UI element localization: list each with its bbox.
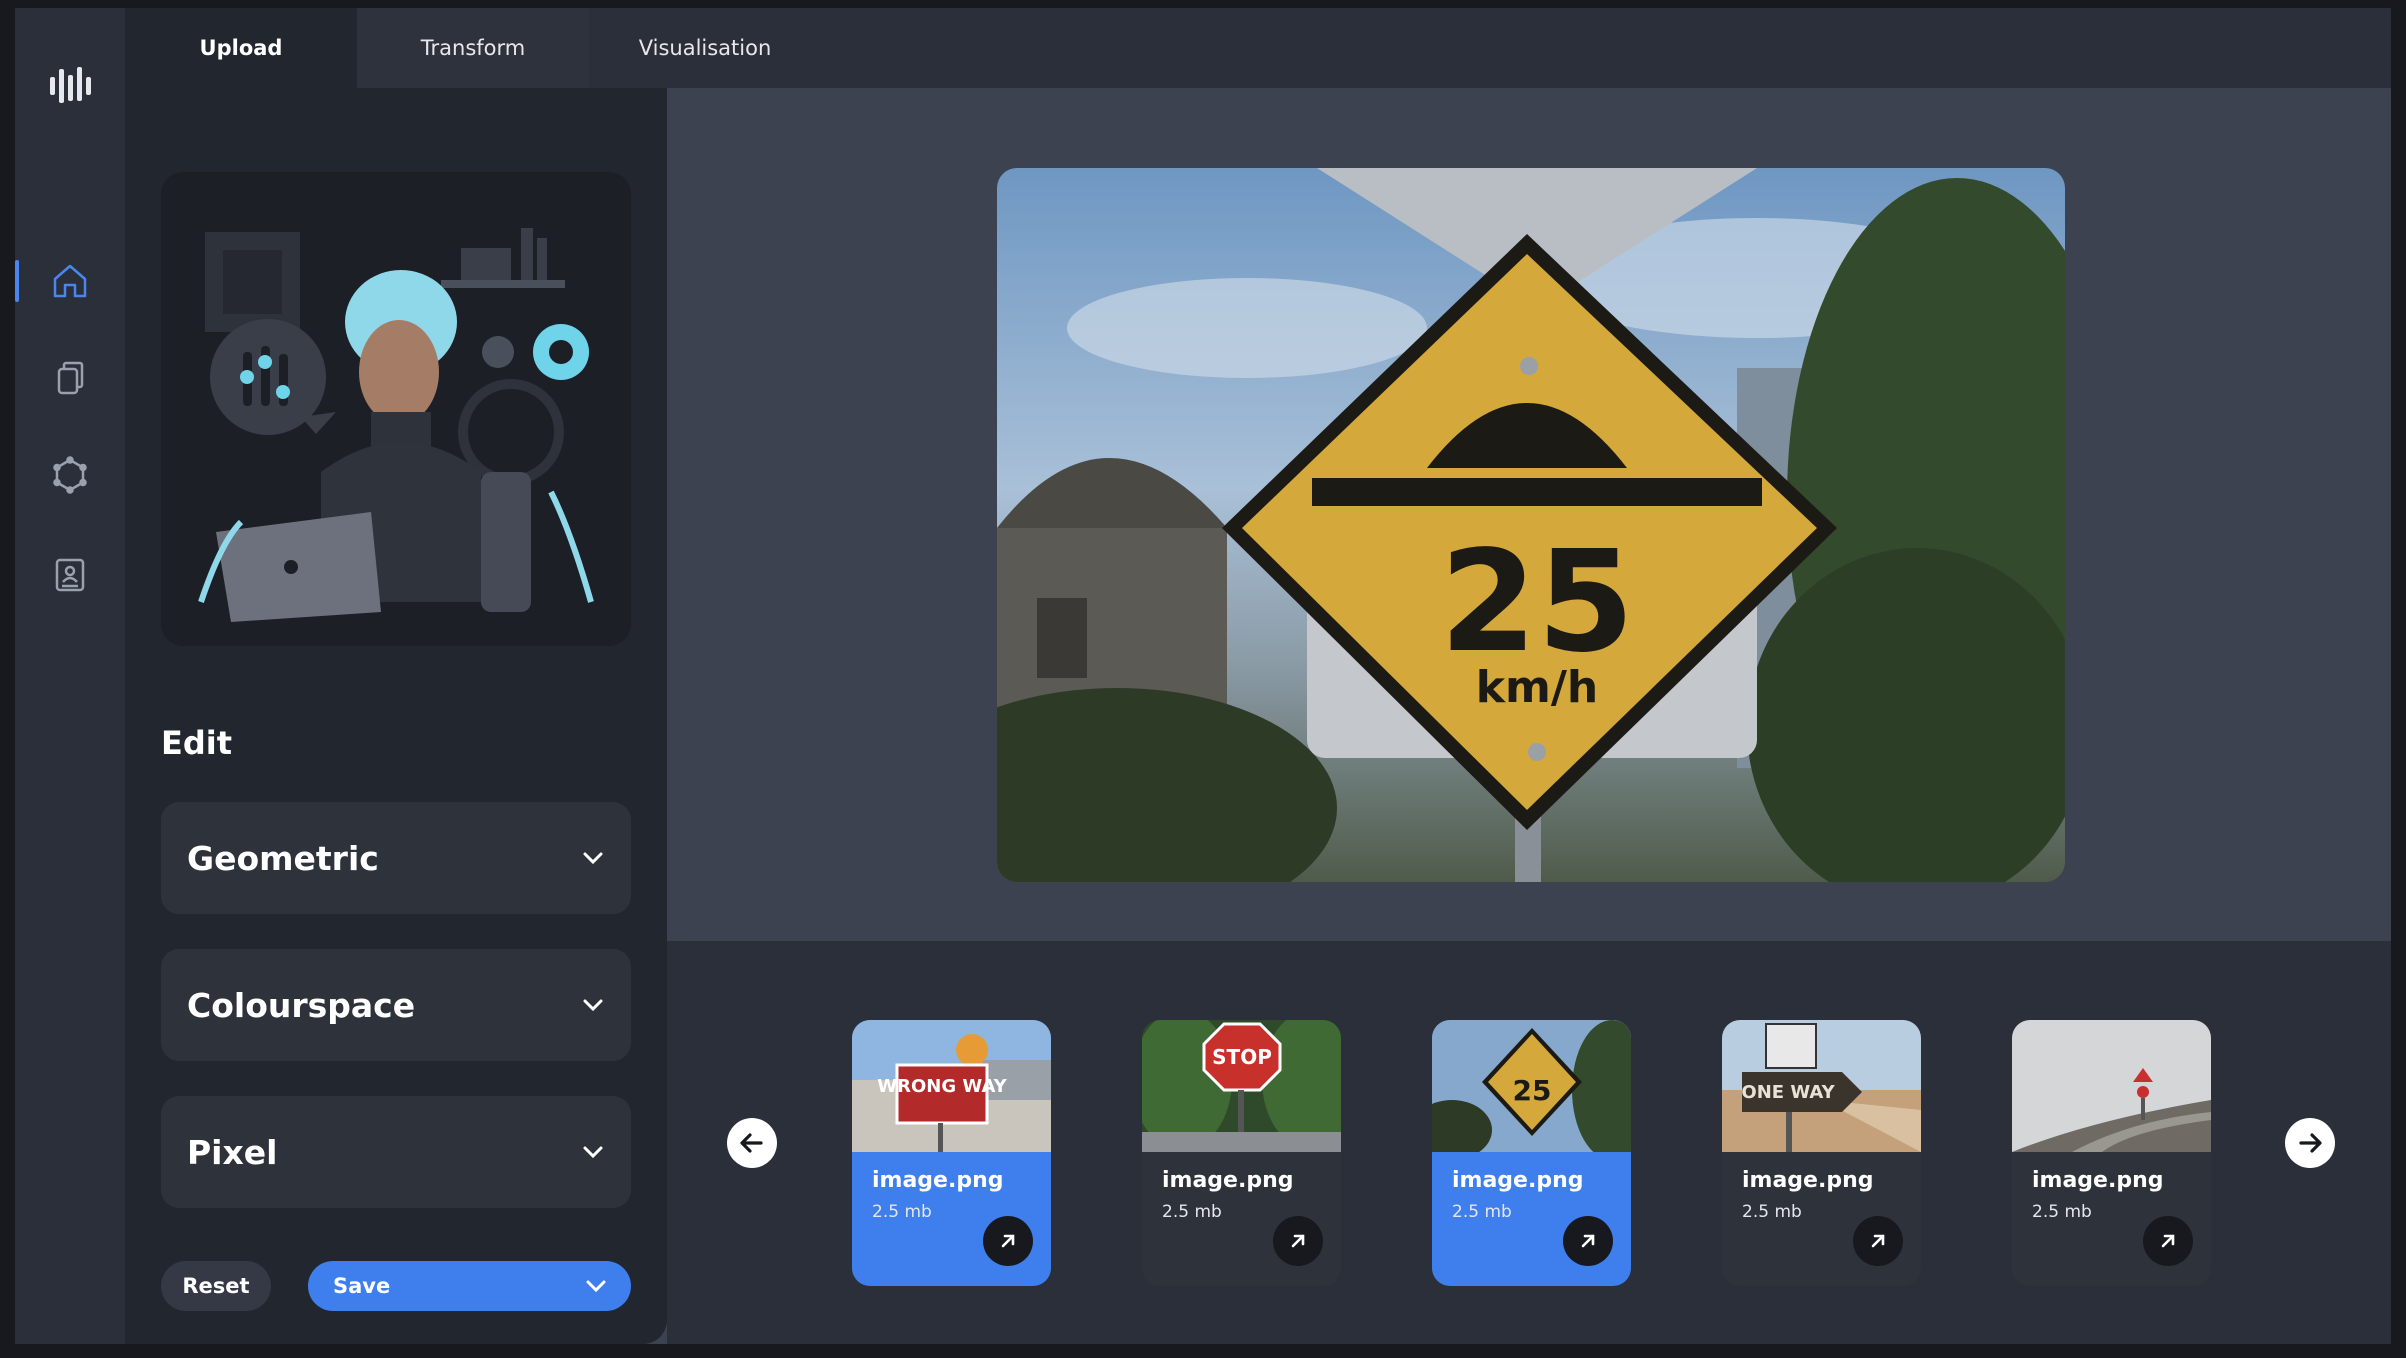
gallery-card[interactable]: STOP image.png 2.5 mb	[1142, 1020, 1341, 1286]
accordion-label: Geometric	[187, 838, 379, 878]
arrow-up-right-icon	[1291, 1234, 1305, 1248]
tab-transform[interactable]: Transform	[357, 8, 589, 88]
nav-files[interactable]	[15, 343, 125, 413]
card-file-size: 2.5 mb	[1742, 1202, 1802, 1222]
thumb-sign-text: 25	[1513, 1074, 1552, 1107]
card-file-size: 2.5 mb	[872, 1202, 932, 1222]
previous-button[interactable]	[727, 1118, 777, 1168]
thumb-sign-text: ONE WAY	[1741, 1082, 1835, 1103]
card-file-name: image.png	[872, 1168, 1004, 1193]
arrow-up-right-icon	[2161, 1234, 2175, 1248]
card-file-name: image.png	[1452, 1168, 1584, 1193]
save-button-label: Save	[333, 1274, 391, 1298]
tab-visualisation[interactable]: Visualisation	[589, 8, 821, 88]
arrow-left-icon	[740, 1133, 763, 1153]
edit-panel: Edit Geometric Colourspace Pixel Reset S…	[125, 88, 667, 1344]
card-file-name: image.png	[1162, 1168, 1294, 1193]
open-button[interactable]	[983, 1216, 1033, 1266]
gallery-card[interactable]: WRONG WAY image.png 2.5 mb	[852, 1020, 1051, 1286]
app-window: Upload Transform Visualisation Edit Geom…	[15, 8, 2391, 1344]
nav-reports[interactable]	[15, 540, 125, 610]
app-logo-icon	[50, 67, 91, 103]
thumbnail-stop: STOP	[1142, 1020, 1341, 1152]
person-at-laptop-illustration	[198, 228, 594, 622]
card-file-size: 2.5 mb	[1162, 1202, 1222, 1222]
open-button[interactable]	[1563, 1216, 1613, 1266]
chevron-down-icon	[583, 1146, 603, 1159]
side-rail	[15, 8, 125, 1344]
accordion-pixel[interactable]: Pixel	[161, 1096, 631, 1208]
image-preview: 25 km/h	[997, 168, 2065, 882]
save-button[interactable]: Save	[308, 1261, 631, 1311]
open-button[interactable]	[1273, 1216, 1323, 1266]
card-file-size: 2.5 mb	[1452, 1202, 1512, 1222]
home-icon	[53, 264, 87, 298]
thumbnail-wrong-way: WRONG WAY	[852, 1020, 1051, 1152]
tab-upload[interactable]: Upload	[125, 8, 357, 88]
accordion-colourspace[interactable]: Colourspace	[161, 949, 631, 1061]
thumbnail-one-way: ONE WAY	[1722, 1020, 1921, 1152]
accordion-label: Pixel	[187, 1132, 278, 1172]
thumbnail-foggy-road	[2012, 1020, 2211, 1152]
arrow-up-right-icon	[1871, 1234, 1885, 1248]
arrow-up-right-icon	[1001, 1234, 1015, 1248]
card-file-name: image.png	[1742, 1168, 1874, 1193]
thumbnail-speed-25: 25	[1432, 1020, 1631, 1152]
preview-road-sign-image: 25 km/h	[997, 168, 2065, 882]
edit-title: Edit	[161, 724, 233, 762]
chevron-down-icon	[583, 999, 603, 1012]
chevron-down-icon	[583, 852, 603, 865]
nav-models[interactable]	[15, 440, 125, 510]
chevron-down-icon	[586, 1280, 606, 1293]
card-file-size: 2.5 mb	[2032, 1202, 2092, 1222]
arrow-up-right-icon	[1581, 1234, 1595, 1248]
arrow-right-icon	[2299, 1133, 2322, 1153]
top-tab-bar: Upload Transform Visualisation	[125, 8, 2391, 88]
sign-speed-unit: km/h	[1476, 662, 1599, 713]
sign-speed-number: 25	[1440, 521, 1635, 684]
thumb-sign-text: STOP	[1212, 1045, 1272, 1069]
thumb-sign-text: WRONG WAY	[877, 1076, 1007, 1097]
card-file-name: image.png	[2032, 1168, 2164, 1193]
illustration	[161, 172, 631, 646]
open-button[interactable]	[1853, 1216, 1903, 1266]
gallery-card[interactable]: ONE WAY image.png 2.5 mb	[1722, 1020, 1921, 1286]
accordion-label: Colourspace	[187, 985, 416, 1025]
nav-home[interactable]	[15, 246, 125, 316]
gallery-card[interactable]: 25 image.png 2.5 mb	[1432, 1020, 1631, 1286]
open-button[interactable]	[2143, 1216, 2193, 1266]
accordion-geometric[interactable]: Geometric	[161, 802, 631, 914]
hexagon-icon	[53, 456, 87, 494]
gallery-card[interactable]: image.png 2.5 mb	[2012, 1020, 2211, 1286]
report-icon	[55, 558, 85, 592]
copy-icon	[57, 361, 84, 395]
next-button[interactable]	[2285, 1118, 2335, 1168]
reset-button[interactable]: Reset	[161, 1261, 271, 1311]
